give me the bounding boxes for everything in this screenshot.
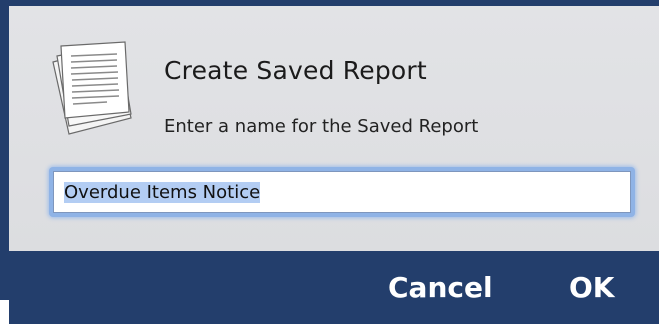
document-icon <box>47 38 139 142</box>
window-frame-left <box>0 0 9 300</box>
ok-button[interactable]: OK <box>569 251 629 324</box>
report-name-input[interactable] <box>53 171 631 213</box>
dialog-title: Create Saved Report <box>164 56 427 85</box>
create-saved-report-dialog: Create Saved Report Enter a name for the… <box>9 6 659 251</box>
cancel-button[interactable]: Cancel <box>388 251 510 324</box>
name-input-focus-ring <box>49 167 635 217</box>
dialog-button-bar: Cancel OK <box>9 251 659 324</box>
save-report-screen: Create Saved Report Enter a name for the… <box>0 0 659 324</box>
dialog-prompt: Enter a name for the Saved Report <box>164 116 479 137</box>
